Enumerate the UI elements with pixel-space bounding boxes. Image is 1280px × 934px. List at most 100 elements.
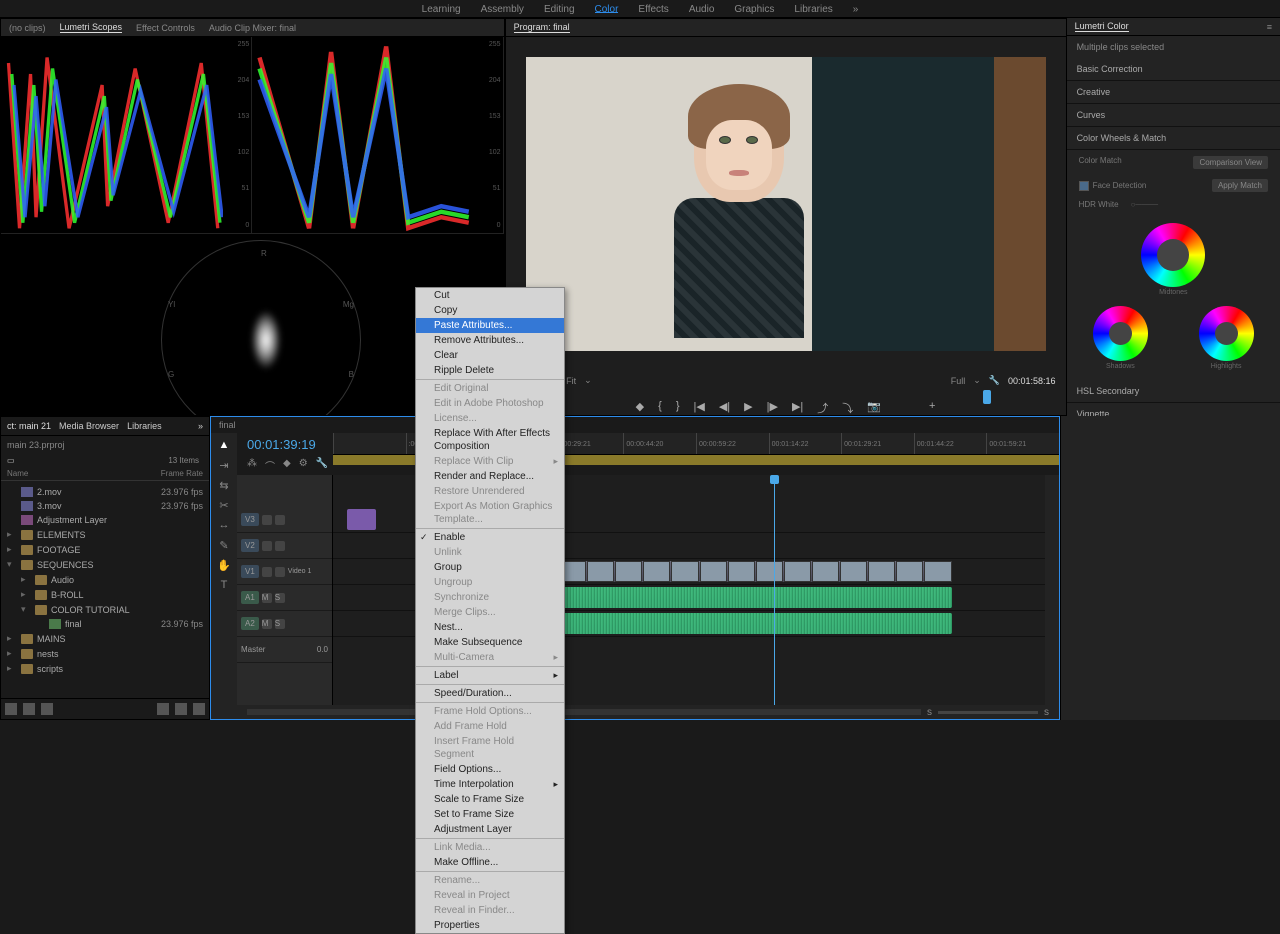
track-toggle[interactable] xyxy=(275,567,285,577)
lift-button[interactable]: ⤴ xyxy=(817,400,828,415)
workspace-tab[interactable]: Graphics xyxy=(734,4,774,13)
step-forward-button[interactable]: |▶ xyxy=(767,400,778,415)
comparison-view-button[interactable]: Comparison View xyxy=(1193,156,1268,169)
type-tool-icon[interactable]: T xyxy=(217,579,231,593)
link-icon[interactable]: ⌒ xyxy=(265,458,275,473)
track-v2[interactable]: V2 xyxy=(241,539,259,552)
filter-icon[interactable]: ▭ xyxy=(7,456,15,465)
context-menu-item[interactable]: Set to Frame Size xyxy=(416,807,564,822)
overflow-icon[interactable]: » xyxy=(198,421,203,431)
clip[interactable] xyxy=(347,509,375,530)
zoom-out-icon[interactable]: s xyxy=(927,707,932,718)
context-menu-item[interactable]: Paste Attributes... xyxy=(416,318,564,333)
mark-in-button[interactable]: { xyxy=(658,400,662,415)
track-select-tool-icon[interactable]: ⇥ xyxy=(217,459,231,473)
track-mute[interactable]: M xyxy=(262,593,272,603)
section-color-wheels[interactable]: Color Wheels & Match xyxy=(1067,127,1280,150)
scrollbar-vertical[interactable] xyxy=(1045,475,1059,705)
project-item[interactable]: final23.976 fps xyxy=(1,617,209,631)
context-menu-item[interactable]: Make Subsequence xyxy=(416,635,564,650)
context-menu-item[interactable]: Nest... xyxy=(416,620,564,635)
project-item[interactable]: ▾ SEQUENCES xyxy=(1,557,209,572)
panel-tab-active[interactable]: Lumetri Scopes xyxy=(60,22,123,33)
project-tab[interactable]: Media Browser xyxy=(59,421,119,431)
context-menu-item[interactable]: Replace With After Effects Composition xyxy=(416,426,564,454)
pen-tool-icon[interactable]: ✎ xyxy=(217,539,231,553)
track-toggle[interactable] xyxy=(262,515,272,525)
track-toggle[interactable] xyxy=(275,515,285,525)
project-item[interactable]: ▸ MAINS xyxy=(1,631,209,646)
export-frame-button[interactable]: 📷 xyxy=(867,400,881,415)
project-item[interactable]: ▸ ELEMENTS xyxy=(1,527,209,542)
context-menu-item[interactable]: Render and Replace... xyxy=(416,469,564,484)
chevron-down-icon[interactable]: ⌄ xyxy=(584,375,592,386)
freeform-view-icon[interactable] xyxy=(41,703,53,715)
workspace-tab[interactable]: Effects xyxy=(638,4,668,13)
trash-icon[interactable] xyxy=(193,703,205,715)
fps-column[interactable]: Frame Rate xyxy=(161,469,203,478)
overflow-icon[interactable]: » xyxy=(853,4,859,13)
icon-view-icon[interactable] xyxy=(23,703,35,715)
mark-in-icon[interactable]: ◆ xyxy=(636,400,644,415)
mark-out-button[interactable]: } xyxy=(676,400,680,415)
track-toggle[interactable] xyxy=(262,567,272,577)
snap-icon[interactable]: ⁂ xyxy=(247,458,257,473)
track-a1[interactable]: A1 xyxy=(241,591,259,604)
wrench-icon[interactable]: 🔧 xyxy=(316,458,328,473)
workspace-tab-active[interactable]: Color xyxy=(595,4,619,13)
project-item[interactable]: ▸ B-ROLL xyxy=(1,587,209,602)
timeline-playhead[interactable] xyxy=(774,475,775,705)
section-curves[interactable]: Curves xyxy=(1067,104,1280,127)
program-playhead[interactable] xyxy=(983,390,991,404)
zoom-dropdown[interactable]: Fit xyxy=(566,376,576,386)
track-mute[interactable]: M xyxy=(262,619,272,629)
go-prev-button[interactable]: |◀ xyxy=(694,400,705,415)
go-next-button[interactable]: ▶| xyxy=(792,400,803,415)
project-item[interactable]: ▸ FOOTAGE xyxy=(1,542,209,557)
section-creative[interactable]: Creative xyxy=(1067,81,1280,104)
timeline-timecode[interactable]: 00:01:39:19 xyxy=(237,433,333,456)
apply-match-button[interactable]: Apply Match xyxy=(1212,179,1268,192)
play-button[interactable]: ▶ xyxy=(744,400,752,415)
project-item[interactable]: 2.mov23.976 fps xyxy=(1,485,209,499)
context-menu-item[interactable]: Speed/Duration... xyxy=(416,686,564,701)
new-item-icon[interactable] xyxy=(175,703,187,715)
panel-tab[interactable]: (no clips) xyxy=(9,23,46,33)
zoom-in-icon[interactable]: s xyxy=(1044,707,1049,718)
context-menu-item[interactable]: Adjustment Layer xyxy=(416,822,564,837)
context-menu-item[interactable]: Field Options... xyxy=(416,762,564,777)
section-basic-correction[interactable]: Basic Correction xyxy=(1067,58,1280,81)
chevron-down-icon[interactable]: ⌄ xyxy=(973,375,981,386)
marker-icon[interactable]: ◆ xyxy=(283,458,291,473)
context-menu-item[interactable]: Ripple Delete xyxy=(416,363,564,378)
ripple-tool-icon[interactable]: ⇆ xyxy=(217,479,231,493)
panel-tab[interactable]: Effect Controls xyxy=(136,23,195,33)
project-item[interactable]: ▾ COLOR TUTORIAL xyxy=(1,602,209,617)
context-menu-item[interactable]: Label xyxy=(416,668,564,683)
sequence-name[interactable]: final xyxy=(219,420,236,430)
list-view-icon[interactable] xyxy=(5,703,17,715)
zoom-slider[interactable] xyxy=(938,711,1038,714)
step-back-button[interactable]: ◀| xyxy=(719,400,730,415)
track-v3[interactable]: V3 xyxy=(241,513,259,526)
context-menu-item[interactable]: Scale to Frame Size xyxy=(416,792,564,807)
face-detection-checkbox[interactable] xyxy=(1079,181,1089,191)
project-tab[interactable]: ct: main 21 xyxy=(7,421,51,431)
project-item[interactable]: ▸ Audio xyxy=(1,572,209,587)
context-menu-item[interactable]: Copy xyxy=(416,303,564,318)
section-hsl-secondary[interactable]: HSL Secondary xyxy=(1067,380,1280,403)
context-menu-item[interactable]: Make Offline... xyxy=(416,855,564,870)
highlights-wheel[interactable] xyxy=(1199,306,1254,361)
track-toggle[interactable] xyxy=(275,541,285,551)
workspace-tab[interactable]: Learning xyxy=(422,4,461,13)
context-menu-item[interactable]: Properties xyxy=(416,918,564,933)
razor-tool-icon[interactable]: ✂ xyxy=(217,499,231,513)
project-item[interactable]: ▸ nests xyxy=(1,646,209,661)
program-video-frame[interactable] xyxy=(526,57,1046,351)
context-menu-item[interactable]: Cut xyxy=(416,288,564,303)
midtones-wheel[interactable] xyxy=(1141,223,1205,287)
quality-dropdown[interactable]: Full xyxy=(951,376,966,386)
project-item[interactable]: 3.mov23.976 fps xyxy=(1,499,209,513)
hand-tool-icon[interactable]: ✋ xyxy=(217,559,231,573)
track-a2[interactable]: A2 xyxy=(241,617,259,630)
